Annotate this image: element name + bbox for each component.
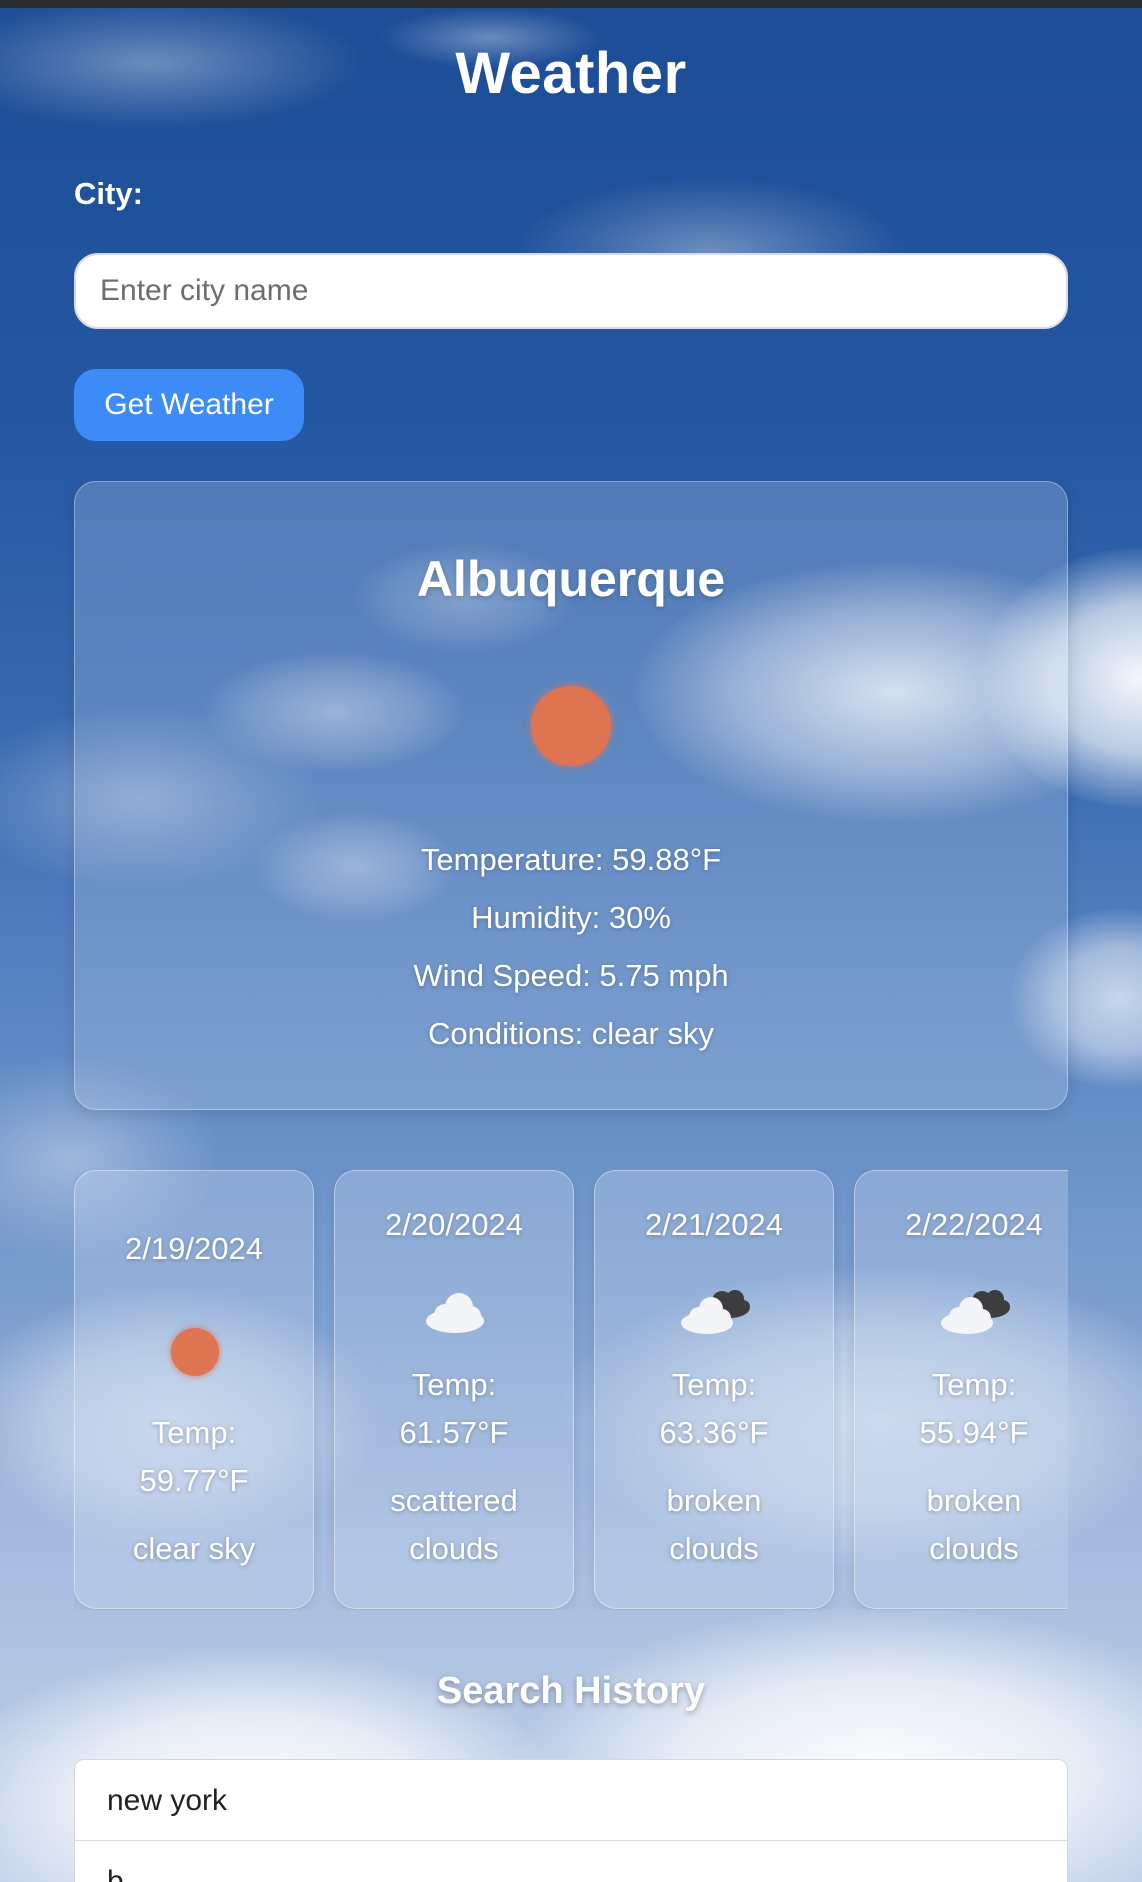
broken-clouds-icon [681,1290,750,1334]
forecast-card: 2/22/2024 Temp: 55.94°F broken clouds [854,1170,1068,1609]
forecast-temp-label: Temp: [411,1367,497,1402]
wind-speed-text: Wind Speed: 5.75 mph [413,958,729,993]
page-title: Weather [455,41,687,106]
forecast-description-line2: clouds [929,1531,1019,1566]
forecast-description: broken [666,1483,762,1518]
forecast-temp-label: Temp: [671,1367,757,1402]
forecast-date: 2/19/2024 [125,1231,263,1266]
sun-icon [531,686,611,766]
forecast-strip[interactable]: 2/19/2024 Temp: 59.77°F clear sky 2/20/2… [74,1170,1068,1610]
city-input[interactable] [74,253,1068,329]
search-history-title: Search History [436,1670,706,1712]
get-weather-button[interactable]: Get Weather [74,369,304,441]
forecast-description: clear sky [132,1531,256,1566]
current-weather-card: Albuquerque Temperature: 59.88°F Humidit… [74,481,1068,1110]
forecast-temp: 63.36°F [659,1415,769,1450]
broken-clouds-icon [941,1290,1010,1334]
forecast-card: 2/19/2024 Temp: 59.77°F clear sky [74,1170,314,1609]
city-label: City: [74,176,143,211]
forecast-temp: 59.77°F [139,1463,249,1498]
forecast-description: scattered [390,1483,518,1518]
history-item[interactable]: b [75,1841,1067,1882]
window-top-bar [0,0,1142,8]
forecast-temp-label: Temp: [151,1415,237,1450]
cloud-icon [426,1293,484,1333]
forecast-description-line2: clouds [669,1531,759,1566]
current-city-name: Albuquerque [416,551,726,607]
forecast-date: 2/22/2024 [905,1207,1043,1242]
forecast-card: 2/21/2024 Temp: 63.36°F broken clouds [594,1170,834,1609]
search-history-list: new york b [74,1759,1068,1882]
forecast-date: 2/21/2024 [645,1207,783,1242]
humidity-text: Humidity: 30% [471,900,671,935]
sun-icon [171,1328,219,1376]
history-item[interactable]: new york [75,1760,1067,1841]
conditions-text: Conditions: clear sky [427,1016,714,1051]
forecast-date: 2/20/2024 [385,1207,523,1242]
temperature-text: Temperature: 59.88°F [420,842,722,877]
forecast-description: broken [926,1483,1022,1518]
forecast-card: 2/20/2024 Temp: 61.57°F scattered clouds [334,1170,574,1609]
forecast-description-line2: clouds [409,1531,499,1566]
forecast-temp: 61.57°F [399,1415,509,1450]
forecast-temp: 55.94°F [919,1415,1029,1450]
forecast-temp-label: Temp: [931,1367,1017,1402]
